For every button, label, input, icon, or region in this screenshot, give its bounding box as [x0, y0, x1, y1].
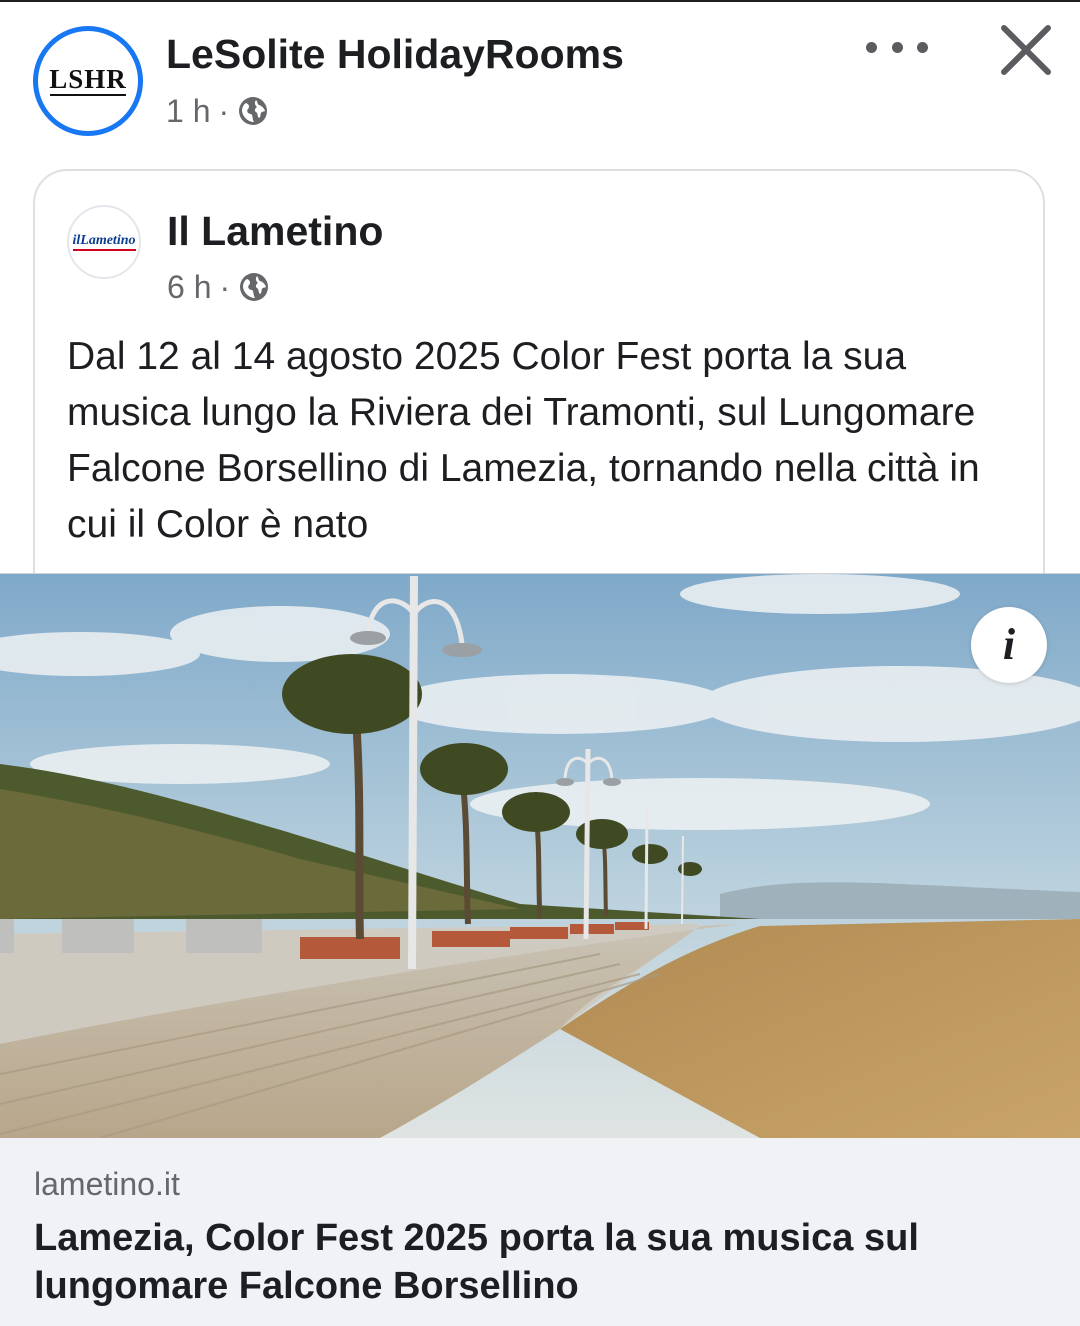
source-page-name[interactable]: Il Lametino	[167, 207, 383, 255]
shared-post-meta: 6 h ·	[167, 267, 270, 307]
promenade-photo	[0, 574, 1080, 1138]
meta-separator: ·	[218, 93, 230, 129]
post-header: LSHR LeSolite HolidayRooms 1 h ·	[0, 0, 1080, 160]
info-icon: i	[1002, 620, 1016, 669]
globe-icon	[239, 97, 268, 125]
page-avatar[interactable]: LSHR	[33, 26, 143, 136]
close-icon[interactable]	[996, 20, 1056, 80]
page-name[interactable]: LeSolite HolidayRooms	[166, 30, 624, 78]
meta-separator: ·	[219, 269, 231, 305]
post-meta: 1 h ·	[166, 91, 269, 131]
link-domain: lametino.it	[34, 1166, 180, 1202]
post-time[interactable]: 1 h	[166, 91, 210, 131]
shared-post-text: Dal 12 al 14 agosto 2025 Color Fest port…	[67, 335, 980, 546]
more-horizontal-icon-dot	[917, 41, 928, 53]
source-avatar-wordmark: ilLametino	[72, 233, 136, 251]
more-horizontal-icon-dot	[866, 41, 877, 53]
globe-icon	[240, 273, 269, 301]
link-preview-image[interactable]	[0, 573, 1080, 1139]
more-options-button[interactable]	[866, 32, 928, 62]
link-preview-footer[interactable]: lametino.it Lamezia, Color Fest 2025 por…	[0, 1138, 1080, 1326]
more-horizontal-icon-dot	[891, 41, 903, 53]
info-button[interactable]: i	[971, 607, 1047, 683]
shared-post-card: ilLametino Il Lametino 6 h · Dal 12 al 1…	[33, 169, 1045, 589]
shared-post-time[interactable]: 6 h	[167, 267, 211, 307]
source-avatar[interactable]: ilLametino	[67, 205, 141, 279]
avatar-logo-text: LSHR	[49, 64, 127, 94]
link-title[interactable]: Lamezia, Color Fest 2025 porta la sua mu…	[34, 1214, 1044, 1310]
avatar-logo-rule	[50, 94, 126, 96]
